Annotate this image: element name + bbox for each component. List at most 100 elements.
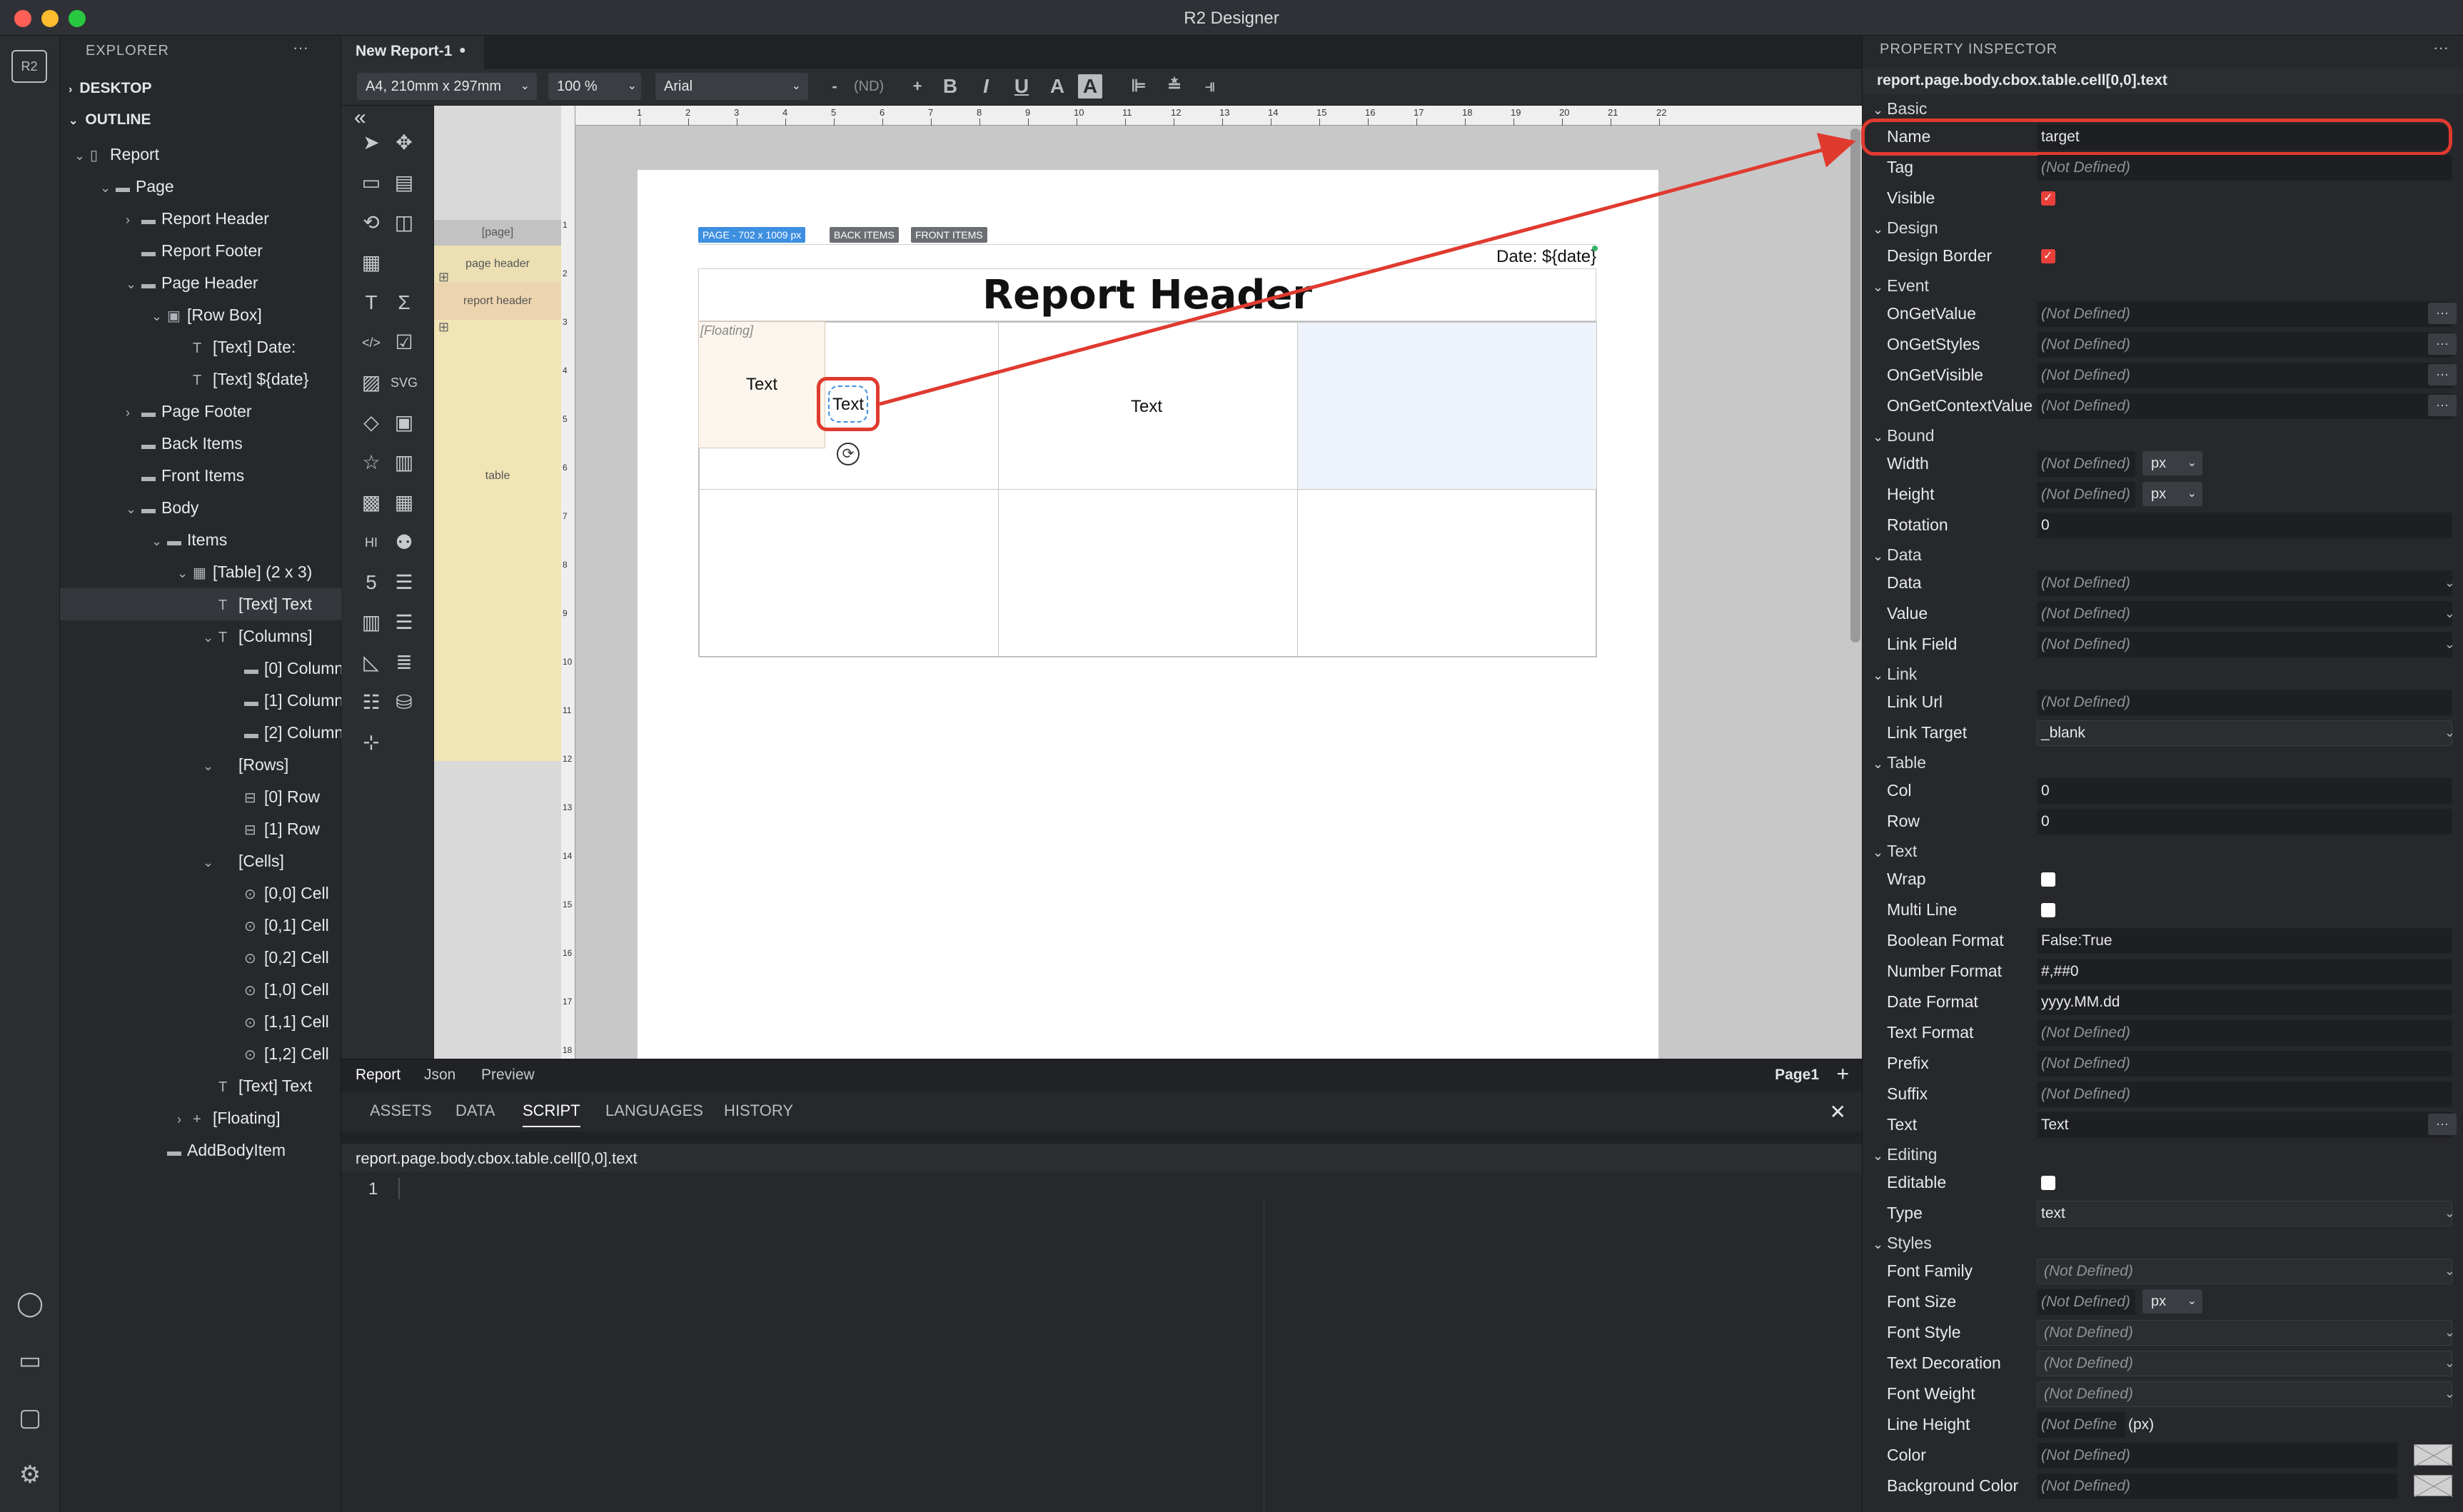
section-data[interactable]: ⌄ Data	[1873, 540, 1922, 569]
section-text[interactable]: ⌄ Text	[1873, 837, 1917, 865]
prop-ongetvalue[interactable]: OnGetValue (Not Defined) ···	[1863, 298, 2463, 329]
prop-label: Type	[1887, 1204, 1923, 1222]
prop-link-field[interactable]: Link Field (Not Defined) ⌄	[1863, 629, 2463, 660]
prop-input[interactable]	[2037, 1201, 2452, 1226]
prop-font-style[interactable]: Font Style (Not Defined) ⌄	[1863, 1317, 2463, 1348]
section-styles[interactable]: ⌄ Styles	[1873, 1229, 1932, 1257]
panel-tab-data[interactable]: DATA	[455, 1102, 495, 1120]
prop-value: (Not Defined)	[2041, 336, 2130, 353]
chevron-down-icon[interactable]: ⌄	[2444, 1348, 2455, 1379]
chevron-down-icon: ⌄	[1873, 1237, 1888, 1251]
prop-text[interactable]: Text Text ···	[1863, 1109, 2463, 1140]
prop-wrap[interactable]: Wrap	[1863, 864, 2463, 894]
panel-tab-script[interactable]: SCRIPT	[523, 1102, 580, 1127]
section-event[interactable]: ⌄ Event	[1873, 271, 1929, 300]
prop-value: 0	[2041, 517, 2050, 533]
prop-background-color[interactable]: Background Color (Not Defined)	[1863, 1471, 2463, 1501]
color-swatch[interactable]	[2414, 1444, 2454, 1467]
prop-input[interactable]	[2037, 1112, 2452, 1138]
prop-label: Background Color	[1887, 1476, 2019, 1495]
view-tab-report[interactable]: Report	[356, 1067, 401, 1084]
prop-width[interactable]: Width (Not Defined) px ⌄	[1863, 448, 2463, 479]
panel-tab-assets[interactable]: ASSETS	[370, 1102, 432, 1120]
checkbox[interactable]	[2041, 903, 2055, 917]
chevron-down-icon[interactable]: ⌄	[2444, 629, 2455, 660]
prop-text-decoration[interactable]: Text Decoration (Not Defined) ⌄	[1863, 1348, 2463, 1379]
prop-ongetcontextvalue[interactable]: OnGetContextValue (Not Defined) ···	[1863, 390, 2463, 421]
prop-font-family[interactable]: Font Family (Not Defined) ⌄	[1863, 1256, 2463, 1286]
prop-value: (Not Defined)	[2041, 575, 2130, 591]
view-tab-json[interactable]: Json	[424, 1067, 455, 1084]
prop-number-format[interactable]: Number Format #,##0	[1863, 956, 2463, 987]
prop-data[interactable]: Data (Not Defined) ⌄	[1863, 568, 2463, 598]
chevron-down-icon[interactable]: ⌄	[2444, 1256, 2455, 1286]
chevron-down-icon[interactable]: ⌄	[2444, 717, 2455, 748]
prop-value[interactable]: Value (Not Defined) ⌄	[1863, 598, 2463, 629]
chevron-down-icon[interactable]: ⌄	[2444, 568, 2455, 598]
prop-link-target[interactable]: Link Target _blank ⌄	[1863, 717, 2463, 748]
unit-select[interactable]: px ⌄	[2142, 1289, 2202, 1314]
chevron-down-icon: ⌄	[1873, 222, 1888, 236]
prop-prefix[interactable]: Prefix (Not Defined)	[1863, 1048, 2463, 1079]
checkbox[interactable]	[2041, 1176, 2055, 1190]
section-editing[interactable]: ⌄ Editing	[1873, 1140, 1937, 1169]
section-table[interactable]: ⌄ Table	[1873, 748, 1926, 777]
add-page-button[interactable]: +	[1836, 1062, 1849, 1087]
prop-tag[interactable]: Tag (Not Defined)	[1863, 152, 2463, 183]
view-tab-preview[interactable]: Preview	[481, 1067, 535, 1084]
more-icon[interactable]: ···	[2428, 395, 2457, 416]
prop-design-border[interactable]: Design Border	[1863, 241, 2463, 271]
chevron-down-icon[interactable]: ⌄	[2444, 1317, 2455, 1348]
panel-tab-languages[interactable]: LANGUAGES	[605, 1102, 703, 1120]
prop-input[interactable]	[2037, 809, 2452, 835]
more-icon[interactable]: ···	[2428, 303, 2457, 324]
chevron-down-icon[interactable]: ⌄	[2444, 1379, 2455, 1409]
prop-height[interactable]: Height (Not Defined) px ⌄	[1863, 479, 2463, 510]
chevron-down-icon[interactable]: ⌄	[2444, 598, 2455, 629]
more-icon[interactable]: ···	[2428, 333, 2457, 355]
section-design[interactable]: ⌄ Design	[1873, 213, 1938, 242]
prop-rotation[interactable]: Rotation 0	[1863, 510, 2463, 540]
prop-editable[interactable]: Editable	[1863, 1167, 2463, 1198]
prop-color[interactable]: Color (Not Defined)	[1863, 1440, 2463, 1471]
prop-name[interactable]: Name target	[1861, 119, 2463, 156]
section-link[interactable]: ⌄ Link	[1873, 660, 1917, 688]
prop-ongetstyles[interactable]: OnGetStyles (Not Defined) ···	[1863, 329, 2463, 360]
inspector-more-button[interactable]: ···	[2433, 39, 2449, 57]
prop-multi-line[interactable]: Multi Line	[1863, 894, 2463, 925]
prop-ongetvisible[interactable]: OnGetVisible (Not Defined) ···	[1863, 360, 2463, 390]
unit-select[interactable]: px ⌄	[2142, 482, 2202, 506]
checkbox[interactable]	[2041, 183, 2055, 213]
chevron-down-icon[interactable]: ⌄	[2444, 1198, 2455, 1229]
unit-select[interactable]: px ⌄	[2142, 451, 2202, 475]
checkbox[interactable]	[2041, 241, 2055, 271]
prop-date-format[interactable]: Date Format yyyy.MM.dd	[1863, 987, 2463, 1017]
prop-suffix[interactable]: Suffix (Not Defined)	[1863, 1079, 2463, 1109]
prop-label: Prefix	[1887, 1054, 1929, 1072]
prop-link-url[interactable]: Link Url (Not Defined)	[1863, 687, 2463, 717]
prop-col[interactable]: Col 0	[1863, 775, 2463, 806]
prop-font-weight[interactable]: Font Weight (Not Defined) ⌄	[1863, 1379, 2463, 1409]
prop-input[interactable]	[2037, 513, 2452, 538]
prop-input[interactable]	[2037, 720, 2452, 746]
prop-boolean-format[interactable]: Boolean Format False:True	[1863, 925, 2463, 956]
panel-tab-history[interactable]: HISTORY	[724, 1102, 793, 1120]
prop-font-size[interactable]: Font Size (Not Defined) px ⌄	[1863, 1286, 2463, 1317]
checkbox[interactable]	[2041, 872, 2055, 887]
page-tab[interactable]: Page1	[1775, 1067, 1819, 1084]
prop-visible[interactable]: Visible	[1863, 183, 2463, 213]
close-icon[interactable]: ✕	[1830, 1100, 1846, 1124]
prop-type[interactable]: Type text ⌄	[1863, 1198, 2463, 1229]
script-editor[interactable]: 1	[341, 1172, 1862, 1512]
prop-text-format[interactable]: Text Format (Not Defined)	[1863, 1017, 2463, 1048]
color-swatch[interactable]	[2414, 1475, 2454, 1498]
more-icon[interactable]: ···	[2428, 364, 2457, 385]
prop-input[interactable]	[2037, 778, 2452, 804]
section-bound[interactable]: ⌄ Bound	[1873, 421, 1935, 450]
more-icon[interactable]: ···	[2428, 1114, 2457, 1135]
property-inspector: PROPERTY INSPECTOR ··· report.page.body.…	[1861, 36, 2463, 1512]
prop-input[interactable]	[2037, 959, 2452, 984]
prop-label: Width	[1887, 454, 1929, 473]
prop-line-height[interactable]: Line Height (Not Define (px)	[1863, 1409, 2463, 1440]
prop-row[interactable]: Row 0	[1863, 806, 2463, 837]
